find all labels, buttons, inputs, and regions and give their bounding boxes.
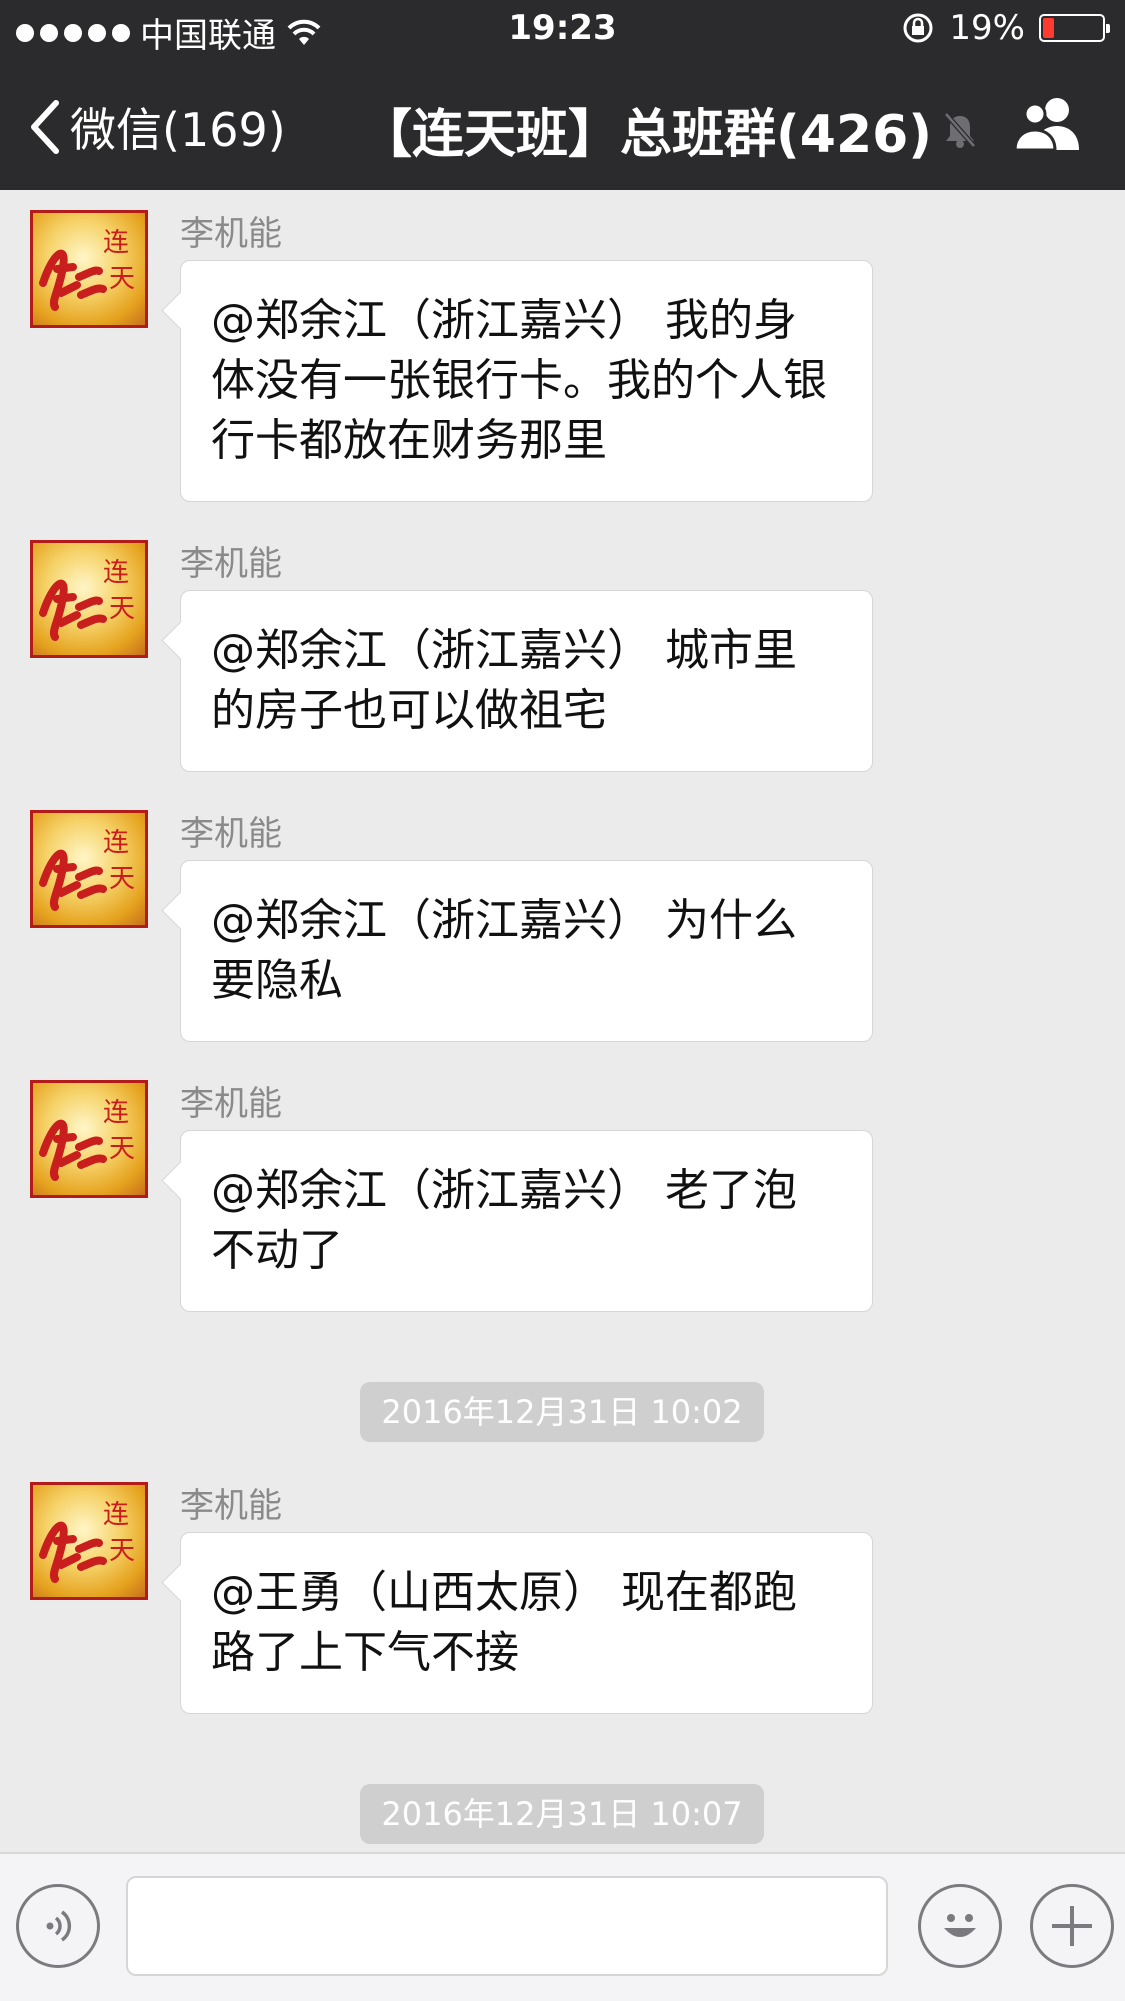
- battery-icon: [1039, 14, 1110, 42]
- chat-title-group: 【连天班】总班群(426): [360, 92, 978, 167]
- sender-name: 李机能: [180, 814, 282, 854]
- group-members-button[interactable]: [1013, 94, 1087, 158]
- message-bubble[interactable]: @郑余江（浙江嘉兴） 老了泡不动了: [180, 1130, 873, 1312]
- voice-icon: [46, 1910, 72, 1942]
- svg-text:天: 天: [109, 1134, 135, 1164]
- sender-name: 李机能: [180, 1084, 282, 1124]
- bell-slash-icon: [944, 111, 976, 148]
- sender-name: 李机能: [180, 214, 282, 254]
- svg-text:连: 连: [103, 828, 129, 858]
- svg-text:连: 连: [103, 558, 129, 588]
- svg-text:天: 天: [109, 864, 135, 894]
- rotation-lock-icon: [903, 13, 933, 43]
- group-people-icon: [1013, 98, 1079, 152]
- svg-text:天: 天: [109, 594, 135, 624]
- chat-title: 【连天班】总班群(426): [360, 105, 933, 165]
- avatar[interactable]: 连 天: [30, 1482, 148, 1600]
- back-label: 微信(169): [70, 103, 286, 157]
- input-bar: [0, 1852, 1125, 2001]
- timestamp-pill: 2016年12月31日 10:07: [360, 1784, 764, 1844]
- avatar[interactable]: 连 天: [30, 540, 148, 658]
- avatar-logo-icon: 连 天: [39, 228, 135, 311]
- avatar-logo-icon: 连 天: [39, 1098, 135, 1181]
- more-button[interactable]: [1030, 1884, 1114, 1968]
- avatar-logo-icon: 连 天: [39, 558, 135, 641]
- timestamp-pill: 2016年12月31日 10:02: [360, 1382, 764, 1442]
- status-right: 19%: [901, 8, 1110, 48]
- chat-area[interactable]: 连 天 李机能 @郑余江（浙江嘉兴） 我的身体没有一张银行卡。我的个人银行卡都放…: [0, 190, 1125, 1850]
- sender-name: 李机能: [180, 1486, 282, 1526]
- message-bubble[interactable]: @王勇（山西太原） 现在都跑路了上下气不接: [180, 1532, 873, 1714]
- avatar[interactable]: 连 天: [30, 810, 148, 928]
- chevron-left-icon: [31, 100, 59, 154]
- sender-name: 李机能: [180, 544, 282, 584]
- message-input[interactable]: [126, 1876, 888, 1976]
- emoji-button[interactable]: [918, 1884, 1002, 1968]
- avatar-logo-icon: 连 天: [39, 1500, 135, 1583]
- status-bar: 中国联通 19:23 19%: [0, 0, 1125, 58]
- navigation-bar: 微信(169) 【连天班】总班群(426): [0, 58, 1125, 190]
- plus-icon: [1052, 1906, 1092, 1946]
- svg-text:连: 连: [103, 228, 129, 258]
- avatar[interactable]: 连 天: [30, 210, 148, 328]
- battery-percent: 19%: [949, 8, 1025, 48]
- svg-text:连: 连: [103, 1098, 129, 1128]
- avatar[interactable]: 连 天: [30, 1080, 148, 1198]
- message-bubble[interactable]: @郑余江（浙江嘉兴） 我的身体没有一张银行卡。我的个人银行卡都放在财务那里: [180, 260, 873, 502]
- battery-level: [1043, 18, 1054, 38]
- back-button[interactable]: 微信(169): [28, 94, 286, 160]
- avatar-logo-icon: 连 天: [39, 828, 135, 911]
- svg-text:连: 连: [103, 1500, 129, 1530]
- svg-text:天: 天: [109, 264, 135, 294]
- message-bubble[interactable]: @郑余江（浙江嘉兴） 为什么要隐私: [180, 860, 873, 1042]
- svg-text:天: 天: [109, 1536, 135, 1566]
- voice-button[interactable]: [16, 1884, 100, 1968]
- smile-icon: [944, 1914, 976, 1937]
- message-bubble[interactable]: @郑余江（浙江嘉兴） 城市里的房子也可以做祖宅: [180, 590, 873, 772]
